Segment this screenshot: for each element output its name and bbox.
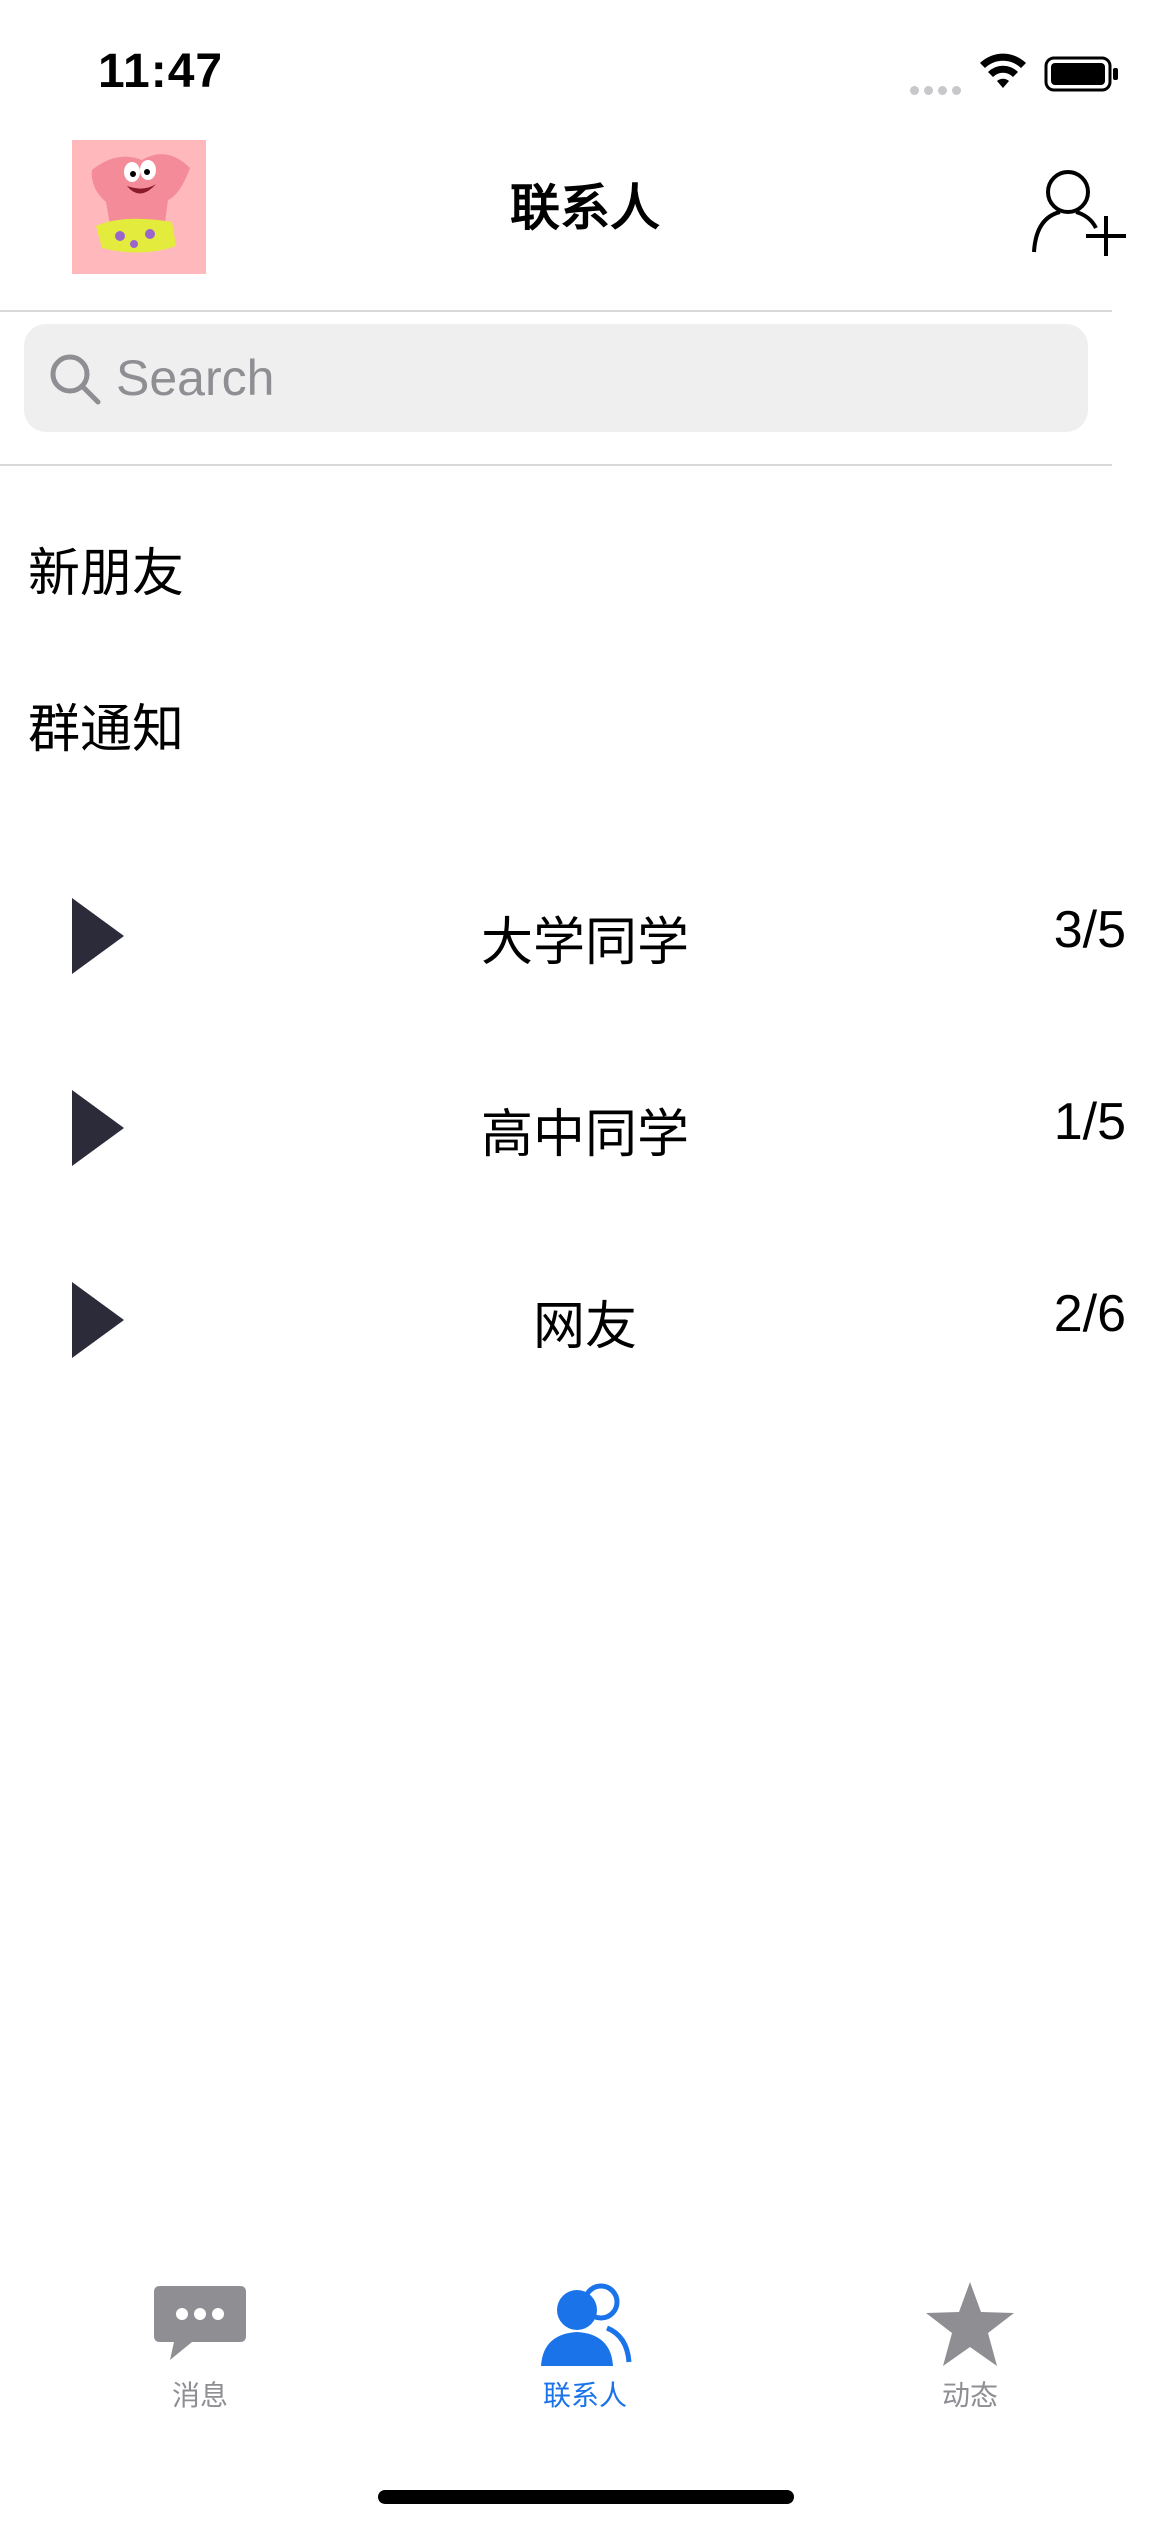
contact-group-row[interactable]: 网友 2/6 — [0, 1248, 1170, 1388]
wifi-icon — [980, 53, 1026, 88]
battery-icon — [1044, 56, 1118, 92]
divider — [0, 310, 1112, 312]
divider — [0, 464, 1112, 466]
tab-label: 联系人 — [542, 2379, 627, 2412]
status-time: 11:47 — [98, 45, 224, 98]
cellular-signal-icon — [910, 80, 966, 99]
tab-messages[interactable]: 消息 — [110, 2280, 290, 2430]
tab-bar: 消息 联系人 动态 — [0, 2280, 1170, 2440]
group-online-count: 3/5 — [1053, 901, 1126, 959]
contact-group-row[interactable]: 大学同学 3/5 — [0, 864, 1170, 1004]
group-notice-item[interactable]: 群通知 — [28, 680, 1028, 780]
tab-label: 消息 — [171, 2379, 228, 2412]
status-bar: 11:47 — [0, 0, 1170, 140]
contacts-icon — [541, 2283, 632, 2366]
home-indicator — [378, 2490, 794, 2504]
tab-moments[interactable]: 动态 — [880, 2280, 1060, 2430]
group-name: 高中同学 — [480, 1105, 689, 1165]
group-name: 大学同学 — [480, 913, 689, 973]
search-input[interactable] — [114, 344, 1014, 412]
chat-bubble-icon — [154, 2286, 246, 2360]
new-friends-item[interactable]: 新朋友 — [28, 524, 1028, 624]
contact-group-row[interactable]: 高中同学 1/5 — [0, 1056, 1170, 1196]
search-icon — [50, 354, 101, 405]
star-icon — [926, 2282, 1014, 2366]
add-contact-button[interactable] — [1030, 162, 1130, 256]
tab-contacts[interactable]: 联系人 — [495, 2280, 675, 2430]
page-title: 联系人 — [510, 179, 660, 237]
search-bar[interactable] — [24, 324, 1088, 432]
nav-bar: 联系人 — [0, 140, 1170, 304]
tab-label: 动态 — [941, 2379, 998, 2412]
group-online-count: 1/5 — [1053, 1093, 1126, 1151]
add-user-icon — [1032, 170, 1126, 256]
group-online-count: 2/6 — [1053, 1285, 1126, 1343]
group-name: 网友 — [532, 1297, 637, 1357]
